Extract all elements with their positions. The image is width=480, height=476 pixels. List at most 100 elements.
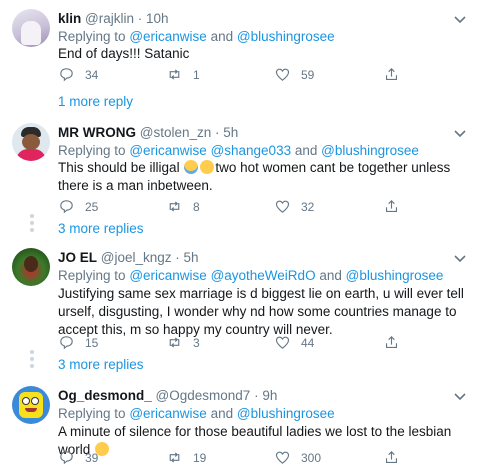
reply-icon [60,336,73,350]
reply-icon [60,200,73,214]
heart-icon [275,336,290,349]
reply-count: 39 [85,450,99,465]
avatar[interactable] [12,386,50,424]
tears-of-joy-emoji-icon [184,160,199,174]
user-handle[interactable]: @joel_kngz [101,250,172,265]
reply-icon [60,68,73,82]
retweet-icon [169,201,180,212]
user-handle[interactable]: @rajklin [85,11,134,26]
retweet-button[interactable]: 3 [166,334,200,351]
mention-link[interactable]: @blushingrosee [321,143,419,158]
like-count: 32 [301,199,315,214]
retweet-count: 3 [193,335,200,350]
tweet-actions: 39 19 300 [58,449,458,467]
like-button[interactable]: 44 [274,334,314,351]
tweet-header: JO EL @joel_kngz · 5h [58,250,199,265]
heart-icon [275,451,290,464]
share-button[interactable] [383,334,410,351]
share-button[interactable] [383,198,410,215]
thread-dots [21,350,43,371]
display-name[interactable]: MR WRONG [58,125,136,140]
tweet-text: End of days!!! Satanic [58,46,190,61]
mention-link[interactable]: @ericanwise [129,406,206,421]
retweet-icon [169,69,180,80]
tweet-header: klin @rajklin · 10h [58,11,169,26]
mention-link[interactable]: @ayotheWeiRdO [211,268,316,283]
more-replies-link[interactable]: 3 more replies [58,221,144,236]
reply-icon [60,451,73,465]
timestamp[interactable]: · 5h [215,125,238,140]
retweet-button[interactable]: 1 [166,66,200,83]
retweet-icon [169,452,180,463]
reply-button[interactable]: 34 [58,66,98,83]
share-icon [385,336,398,349]
grinning-sweat-emoji-icon [200,160,215,174]
chevron-down-icon[interactable] [452,11,468,27]
tweet-actions: 25 8 32 [58,198,458,216]
like-count: 59 [301,67,315,82]
reply-button[interactable]: 25 [58,198,98,215]
replying-to: Replying to @ericanwise and @blushingros… [58,29,335,44]
share-button[interactable] [383,449,410,466]
mention-link[interactable]: @blushingrosee [237,29,335,44]
mention-link[interactable]: @ericanwise [129,143,206,158]
avatar[interactable] [12,248,50,286]
mention-link[interactable]: @ericanwise [129,268,206,283]
tweet-actions: 15 3 44 [58,334,458,352]
like-count: 44 [301,335,315,350]
share-icon [385,68,398,81]
retweet-button[interactable]: 8 [166,198,200,215]
retweet-count: 19 [193,450,207,465]
more-replies-link[interactable]: 1 more reply [58,94,133,109]
share-icon [385,200,398,213]
share-icon [385,451,398,464]
tweet-actions: 34 1 59 [58,66,458,84]
retweet-button[interactable]: 19 [166,449,206,466]
tweet-4[interactable]: Og_desmond_ @Ogdesmond7 · 9h Replying to… [0,374,480,476]
replying-to: Replying to @ericanwise @ayotheWeiRdO an… [58,268,444,283]
reply-count: 25 [85,199,99,214]
tweet-1[interactable]: klin @rajklin · 10h Replying to @ericanw… [0,0,480,119]
chevron-down-icon[interactable] [452,250,468,266]
share-button[interactable] [383,66,410,83]
timestamp[interactable]: · 10h [138,11,169,26]
like-button[interactable]: 32 [274,198,314,215]
like-count: 300 [301,450,322,465]
replying-to: Replying to @ericanwise and @blushingros… [58,406,335,421]
mention-link[interactable]: @shange033 [211,143,292,158]
timestamp[interactable]: · 5h [175,250,198,265]
user-handle[interactable]: @Ogdesmond7 [156,388,251,403]
tweet-text: This should be illigal two hot women can… [58,160,451,193]
mention-link[interactable]: @blushingrosee [237,406,335,421]
tweet-header: Og_desmond_ @Ogdesmond7 · 9h [58,388,277,403]
chevron-down-icon[interactable] [452,388,468,404]
thread-dots [21,214,43,235]
chevron-down-icon[interactable] [452,125,468,141]
retweet-icon [169,337,180,348]
user-handle[interactable]: @stolen_zn [140,125,212,140]
display-name[interactable]: JO EL [58,250,97,265]
replying-to: Replying to @ericanwise @shange033 and @… [58,143,419,158]
reply-button[interactable]: 15 [58,334,98,351]
timestamp[interactable]: · 9h [254,388,277,403]
tweet-3[interactable]: JO EL @joel_kngz · 5h Replying to @erica… [0,238,480,375]
more-replies-link[interactable]: 3 more replies [58,357,144,372]
retweet-count: 8 [193,199,200,214]
avatar[interactable] [12,123,50,161]
tweet-text: Justifying same sex marriage is d bigges… [58,286,464,337]
like-button[interactable]: 59 [274,66,314,83]
mention-link[interactable]: @blushingrosee [346,268,444,283]
display-name[interactable]: klin [58,11,81,26]
avatar[interactable] [12,9,50,47]
like-button[interactable]: 300 [274,449,321,466]
retweet-count: 1 [193,67,200,82]
reply-count: 15 [85,335,99,350]
heart-icon [275,68,290,81]
display-name[interactable]: Og_desmond_ [58,388,152,403]
reply-count: 34 [85,67,99,82]
reply-button[interactable]: 39 [58,449,98,466]
mention-link[interactable]: @ericanwise [129,29,206,44]
heart-icon [275,200,290,213]
tweet-header: MR WRONG @stolen_zn · 5h [58,125,238,140]
tweet-2[interactable]: MR WRONG @stolen_zn · 5h Replying to @er… [0,118,480,239]
